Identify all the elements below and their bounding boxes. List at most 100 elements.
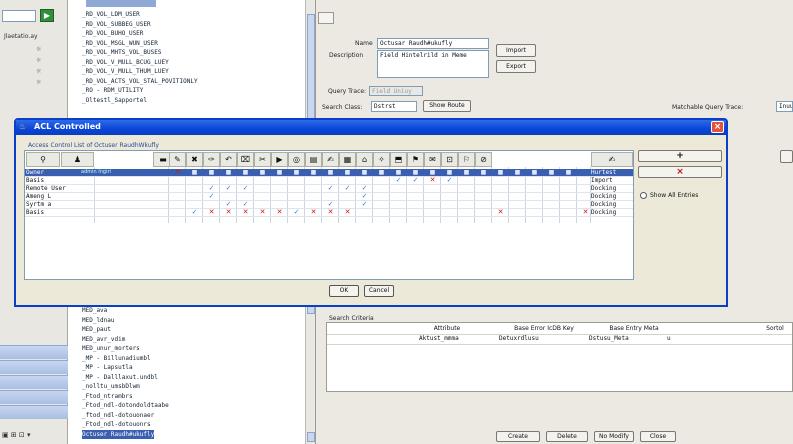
tree-node[interactable]: MED_paut bbox=[82, 325, 111, 334]
check-icon[interactable]: ✓ bbox=[322, 201, 339, 208]
square-icon[interactable]: ■ bbox=[322, 169, 339, 176]
tree-node[interactable]: _Ftod_ndl-dotouonrs bbox=[82, 420, 151, 429]
column-header-icon[interactable]: ⊘ bbox=[475, 152, 492, 167]
cross-icon[interactable]: ✕ bbox=[492, 209, 509, 216]
check-icon[interactable]: ✓ bbox=[288, 209, 305, 216]
tree-node[interactable]: _MP - Dalllaxut.undbl bbox=[82, 373, 158, 382]
square-icon[interactable]: ■ bbox=[271, 169, 288, 176]
column-header-icon[interactable]: ✎ bbox=[169, 152, 186, 167]
check-icon[interactable]: ✓ bbox=[220, 185, 237, 192]
export-button[interactable]: Export bbox=[496, 60, 536, 73]
square-icon[interactable]: ■ bbox=[543, 169, 560, 176]
cross-icon[interactable]: ✕ bbox=[220, 209, 237, 216]
panel-tab[interactable] bbox=[318, 12, 334, 24]
matchable-query-trace-field[interactable]: Inuu bbox=[776, 101, 793, 112]
tree-node[interactable]: _RD_VOL_LDM_USER bbox=[82, 10, 140, 19]
criteria-cell[interactable]: Aktust_mmma bbox=[419, 335, 459, 343]
column-header-icon[interactable]: ⌧ bbox=[237, 152, 254, 167]
column-header-icon[interactable]: ✧ bbox=[373, 152, 390, 167]
acl-row[interactable]: Owner admin Ingiri ✕ ■ ■ ■ ■ ■ ■ ■ ■ ■ ■ ■ ■ ■ ■ ■ ■ ■ ■ ■ ■ ■ ■… bbox=[25, 169, 633, 176]
nav-band[interactable] bbox=[0, 345, 68, 359]
tree-node[interactable]: _nolltu_umsbDlwm bbox=[82, 382, 140, 391]
column-header[interactable]: Sortol bbox=[757, 325, 793, 333]
ok-button[interactable]: OK bbox=[329, 285, 359, 297]
cross-icon[interactable]: ✕ bbox=[339, 209, 356, 216]
check-icon[interactable]: ✓ bbox=[237, 185, 254, 192]
square-icon[interactable]: ■ bbox=[390, 169, 407, 176]
cross-icon[interactable]: ✕ bbox=[254, 209, 271, 216]
criteria-cell[interactable]: u bbox=[667, 335, 671, 343]
square-icon[interactable]: ■ bbox=[305, 169, 322, 176]
check-icon[interactable]: ✓ bbox=[203, 185, 220, 192]
show-all-entries-option[interactable]: Show All Entries bbox=[640, 192, 724, 202]
delete-button[interactable]: Delete bbox=[546, 431, 588, 442]
acl-row-status[interactable]: Docking bbox=[591, 201, 633, 208]
square-icon[interactable]: ■ bbox=[373, 169, 390, 176]
column-header-icon[interactable]: ⬒ bbox=[390, 152, 407, 167]
create-button[interactable]: Create bbox=[496, 431, 540, 442]
modify-button[interactable]: No Modify bbox=[594, 431, 634, 442]
cross-icon[interactable]: ✕ bbox=[271, 209, 288, 216]
close-icon[interactable]: × bbox=[711, 121, 724, 133]
column-header-icon[interactable]: ✂ bbox=[254, 152, 271, 167]
add-entry-button[interactable]: + bbox=[638, 150, 722, 162]
square-icon[interactable]: ■ bbox=[220, 169, 237, 176]
scroll-down-arrow[interactable] bbox=[307, 432, 315, 442]
acl-row-status[interactable]: Import bbox=[591, 177, 633, 184]
tree-node[interactable]: _RO - RDM_UTILITY bbox=[82, 86, 143, 95]
tree-node[interactable]: _Ftod_ntrambrs bbox=[82, 392, 133, 401]
criteria-cell[interactable]: Detuxrdlusu bbox=[499, 335, 539, 343]
tree-node[interactable]: _Oltestl_Sapportel bbox=[82, 96, 147, 105]
acl-grid[interactable]: ⚲ ♟ ▬ ✎ ✖ ✑ ↶ ⌧ ✂ ▶ ◎ ▤ ✍ ▦ ⌂ ✧ ⬒ ⚑ ✉ ⊡ ⚐ ⊘ ✍ Owner admin Ingir… bbox=[24, 150, 634, 280]
tree-node[interactable]: MED_ldnau bbox=[82, 316, 115, 325]
close-button[interactable]: Close bbox=[640, 431, 676, 442]
search-criteria-table[interactable]: Search Criteria Attribute Base Error IcD… bbox=[326, 315, 793, 392]
tree-node[interactable]: _RD_VOL_SUBBEG_USER bbox=[82, 20, 151, 29]
sun-icon[interactable]: ☼ bbox=[36, 68, 41, 75]
check-icon[interactable]: ✓ bbox=[322, 185, 339, 192]
acl-row[interactable]: Ameng L ✓ ✓ Docking bbox=[25, 193, 633, 201]
column-header[interactable]: Base Error IcDB Key bbox=[499, 325, 589, 333]
column-header-icon[interactable]: ✍ bbox=[591, 152, 633, 167]
tree-node[interactable]: _RD_VOL_BUHO_USER bbox=[82, 29, 143, 38]
column-header-icon[interactable]: ✉ bbox=[424, 152, 441, 167]
acl-row[interactable]: Basis ✓ ✓ ✕ ✓ Import bbox=[25, 177, 633, 185]
square-icon[interactable]: ■ bbox=[203, 169, 220, 176]
column-header-icon[interactable]: ↶ bbox=[220, 152, 237, 167]
column-header-icon[interactable]: ⌂ bbox=[356, 152, 373, 167]
check-icon[interactable]: ✓ bbox=[203, 193, 220, 200]
tree-node[interactable]: _RD_VOL_MSGL_WUN_USER bbox=[82, 39, 158, 48]
acl-row[interactable]: Basis ✓ ✕ ✕ ✕ ✕ ✕ ✓ ✕ ✕ ✕ ✕ ✕ Docking bbox=[25, 209, 633, 217]
column-header-icon[interactable]: ♟ bbox=[61, 152, 94, 167]
show-route-button[interactable]: Show Route bbox=[423, 100, 471, 112]
square-icon[interactable]: ■ bbox=[339, 169, 356, 176]
nav-band[interactable] bbox=[0, 390, 68, 404]
column-header[interactable]: Attribute bbox=[397, 325, 497, 333]
check-icon[interactable]: ✓ bbox=[407, 177, 424, 184]
column-header-icon[interactable]: ✖ bbox=[186, 152, 203, 167]
acl-row-status[interactable]: Docking bbox=[591, 185, 633, 192]
check-icon[interactable]: ✓ bbox=[186, 209, 203, 216]
column-header-icon[interactable]: ⚲ bbox=[26, 152, 60, 167]
nav-band[interactable] bbox=[0, 375, 68, 389]
square-icon[interactable]: ■ bbox=[407, 169, 424, 176]
square-icon[interactable]: ■ bbox=[356, 169, 373, 176]
cancel-button[interactable]: Cancel bbox=[364, 285, 394, 297]
check-icon[interactable]: ✓ bbox=[220, 201, 237, 208]
remove-entry-button[interactable]: × bbox=[638, 166, 722, 178]
column-header-icon[interactable]: ✍ bbox=[322, 152, 339, 167]
square-icon[interactable]: ■ bbox=[458, 169, 475, 176]
square-icon[interactable]: ■ bbox=[186, 169, 203, 176]
cross-icon[interactable]: ✕ bbox=[203, 209, 220, 216]
tree-node[interactable]: MED_ava bbox=[82, 306, 107, 315]
column-header-icon[interactable]: ⚐ bbox=[458, 152, 475, 167]
check-icon[interactable]: ✓ bbox=[339, 185, 356, 192]
column-header-icon[interactable]: ▤ bbox=[305, 152, 322, 167]
search-class-field[interactable]: Dstrst bbox=[371, 101, 417, 112]
tree-node[interactable]: _MP - Billunadiumbl bbox=[82, 354, 151, 363]
import-button[interactable]: Import bbox=[496, 44, 536, 57]
dialog-titlebar[interactable]: ♨ ACL Controlled × bbox=[16, 120, 726, 135]
square-icon[interactable]: ■ bbox=[441, 169, 458, 176]
acl-row-status[interactable]: Docking bbox=[591, 193, 633, 200]
side-button[interactable] bbox=[780, 150, 793, 163]
